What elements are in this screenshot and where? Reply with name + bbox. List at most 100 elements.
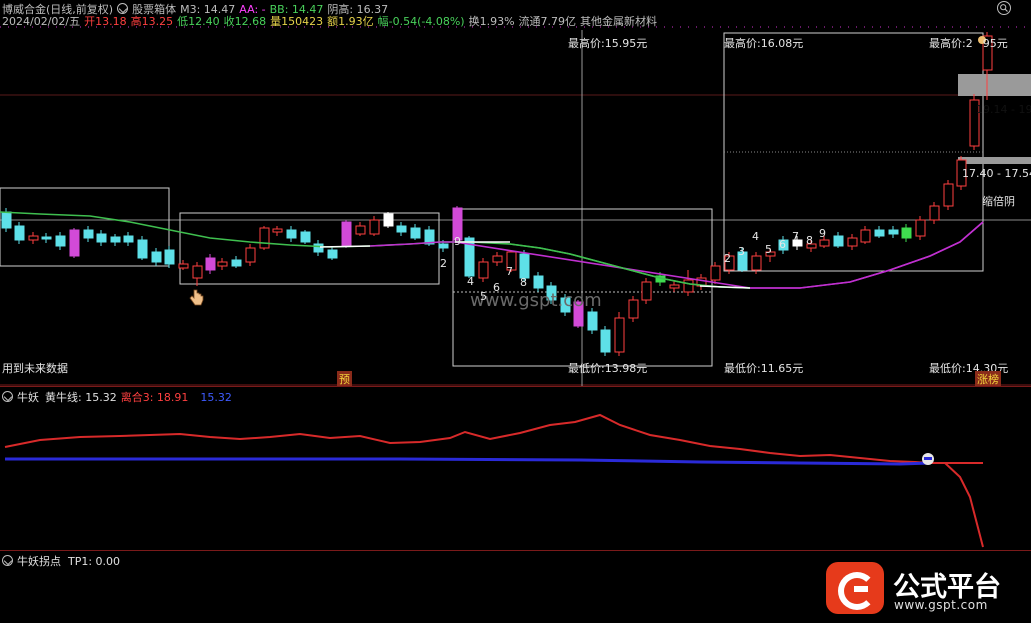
count-r9: 9 <box>819 227 826 240</box>
box3-high-label: 最高价:2 95元 <box>929 35 1008 51</box>
candle-body <box>110 236 121 243</box>
candle-body <box>751 255 762 271</box>
candle-body <box>519 253 530 279</box>
candle-body <box>669 284 680 289</box>
candle-body <box>915 219 926 237</box>
box3-high-tail: 95元 <box>982 37 1008 50</box>
count-4: 4 <box>467 275 474 288</box>
candle-body <box>492 255 503 263</box>
range-b-label: 17.40 - 17.54 <box>962 167 1031 180</box>
indicator2-name[interactable]: 牛妖拐点 <box>17 555 61 568</box>
candle-body <box>245 247 256 263</box>
price-boxes <box>0 32 984 367</box>
candle-body <box>151 251 162 263</box>
candle-body <box>192 265 203 279</box>
count-6: 6 <box>493 281 500 294</box>
count-2-left: 2 <box>440 257 447 270</box>
box2-low-label: 最低价:11.65元 <box>724 362 804 375</box>
candle-body <box>83 229 94 239</box>
candle-body <box>819 239 830 247</box>
candle-body <box>217 261 228 267</box>
candle-body <box>1 211 12 229</box>
candle-body <box>683 279 694 293</box>
candle-body <box>369 219 380 235</box>
candle-body <box>396 225 407 233</box>
box1-low-label: 最低价:13.98元 <box>568 360 647 376</box>
candle-body <box>327 249 338 259</box>
candle-body <box>847 237 858 247</box>
tag-yu: 预 <box>337 371 352 387</box>
count-9: 9 <box>454 235 461 248</box>
candle-body <box>628 299 639 319</box>
box-1 <box>179 212 440 285</box>
niuyao-blue-line <box>5 457 931 466</box>
tag-zhang: 涨榜 <box>975 371 1001 387</box>
indicator2-settings-icon[interactable] <box>2 555 13 566</box>
count-8: 8 <box>520 276 527 289</box>
count-r2: 2 <box>724 252 731 265</box>
box2-high-label: 最高价:16.08元 <box>724 37 804 50</box>
tp1-value: TP1: 0.00 <box>68 555 121 568</box>
candle-body <box>96 233 107 243</box>
ma-white-segment <box>319 245 371 248</box>
candle-body <box>14 225 25 241</box>
candle-body <box>178 263 189 269</box>
candle-body <box>600 329 611 353</box>
candlestick-chart[interactable] <box>0 0 1031 386</box>
candle-body <box>943 183 954 207</box>
gspt-logo-icon <box>826 562 884 614</box>
indicator-panel-niuyao[interactable]: 牛妖 黄牛线: 15.32 离合3: 18.91 15.32 <box>0 386 1031 551</box>
candle-body <box>410 227 421 239</box>
candle-body <box>341 221 352 247</box>
box1-low-text: 最低价: <box>568 362 605 375</box>
cow-icon <box>922 453 934 465</box>
count-r4: 4 <box>752 230 759 243</box>
candle-body <box>41 236 52 240</box>
candle-body <box>123 235 134 243</box>
candle-body <box>833 235 844 247</box>
candle-body <box>641 281 652 301</box>
candle-body <box>710 265 721 281</box>
candle-body <box>55 235 66 247</box>
candle-body <box>272 228 283 233</box>
candle-body <box>478 261 489 279</box>
count-5: 5 <box>480 290 487 303</box>
candle-body <box>231 259 242 267</box>
candle-body <box>888 229 899 235</box>
lihe-red-line <box>4 413 983 464</box>
count-7: 7 <box>506 265 513 278</box>
candle-body <box>533 275 544 289</box>
candle-body <box>286 229 297 239</box>
candle-body <box>300 231 311 243</box>
candle-body <box>929 205 940 221</box>
box1-low-tail: 13.98元 <box>604 362 648 375</box>
watermark: www.gspt.com <box>470 290 602 311</box>
main-chart-panel[interactable]: 博威合金(日线,前复权) 股票箱体 M3: 14.47 AA: - BB: 14.47 阴… <box>0 0 1031 387</box>
lihe-tail-line <box>944 462 984 548</box>
candle-body <box>313 243 324 253</box>
candle-body <box>355 225 366 235</box>
box1-high-label: 最高价:15.95元 <box>568 37 648 50</box>
range-a-label: 19.14 - 19 <box>976 103 1031 116</box>
shrink-yin-label: 缩倍阴 <box>982 195 1015 208</box>
box3-high-text: 最高价:2 <box>929 37 973 50</box>
count-r8: 8 <box>806 234 813 247</box>
candle-body <box>614 317 625 353</box>
count-r6: 6 <box>779 238 786 251</box>
candle-body <box>874 229 885 237</box>
hand-cursor-icon <box>189 289 204 306</box>
range-highlight-a <box>958 74 1031 96</box>
count-r3: 3 <box>738 245 745 258</box>
candle-body <box>383 213 394 227</box>
future-data-label: 用到未来数据 <box>2 362 68 375</box>
candle-body <box>860 229 871 243</box>
candle-body <box>901 227 912 239</box>
logo-url: www.gspt.com <box>894 598 988 612</box>
candle-body <box>259 227 270 249</box>
candle-body <box>164 249 175 265</box>
candle-body <box>205 257 216 271</box>
count-r5: 5 <box>765 243 772 256</box>
indicator1-chart[interactable] <box>0 387 1031 551</box>
candle-body <box>438 243 449 249</box>
candle-body <box>69 229 80 257</box>
